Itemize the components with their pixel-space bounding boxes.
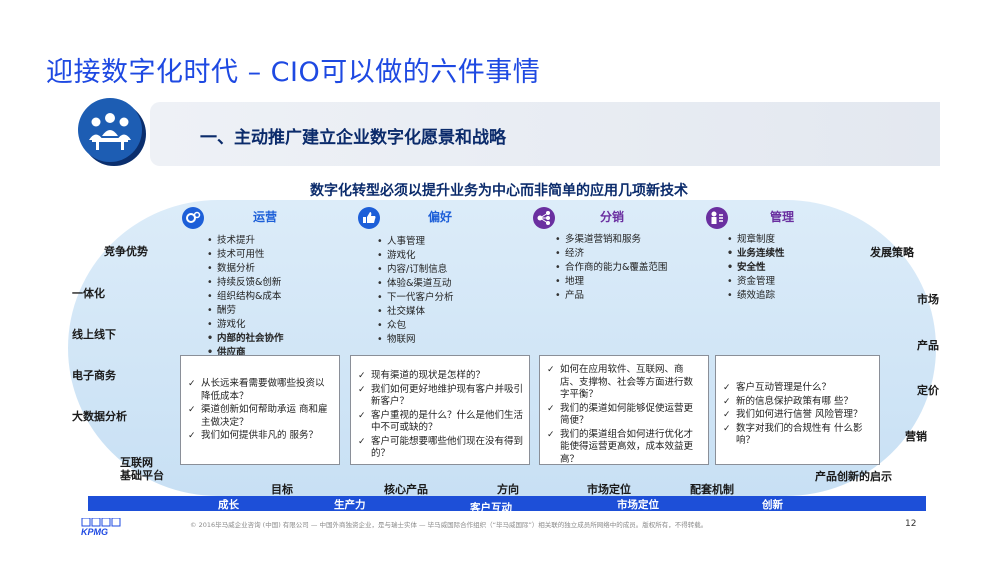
network-icon [533, 207, 555, 229]
question-item: 我们的渠道如何能够促使运营更简便？ [546, 403, 702, 428]
list-item: 资金管理 [727, 275, 785, 289]
left-label: 大数据分析 [72, 410, 127, 423]
bottom-label: 目标 [271, 483, 293, 496]
list-item: 技术可用性 [207, 248, 284, 262]
list-item: 合作商的能力&覆盖范围 [555, 261, 667, 275]
operations-list: 技术提升 技术可用性 数据分析 持续反馈&创新 组织结构&成本 酬劳 游戏化 内… [207, 234, 284, 360]
question-item: 如何在应用软件、互联网、商店、支撑物、社会等方面进行数字平衡？ [546, 364, 702, 402]
list-item: 酬劳 [207, 304, 284, 318]
list-item: 产品 [555, 289, 667, 303]
bar-label: 客户互动 [470, 502, 512, 514]
question-item: 新的信息保护政策有哪 些？ [722, 396, 873, 409]
question-item: 数字对我们的合规性有 什么影响？ [722, 423, 873, 448]
question-item: 渠道创新如何帮助承运 商和雇主做决定？ [187, 404, 333, 429]
list-item: 经济 [555, 247, 667, 261]
question-box-management: 客户互动管理是什么？ 新的信息保护政策有哪 些？ 我们如何进行信誉 风险管理？ … [715, 355, 880, 465]
right-label: 定价 [917, 384, 939, 397]
list-item: 下一代客户分析 [377, 291, 454, 305]
list-item: 规章制度 [727, 233, 785, 247]
right-label: 产品 [917, 339, 939, 352]
question-box-distribution: 如何在应用软件、互联网、商店、支撑物、社会等方面进行数字平衡？ 我们的渠道如何能… [539, 355, 709, 465]
question-box-operations: 从长远来看需要做哪些投资以降低成本？ 渠道创新如何帮助承运 商和雇主做决定？ 我… [180, 355, 340, 465]
category-management: 管理 [770, 210, 795, 224]
question-item: 客户互动管理是什么？ [722, 382, 873, 395]
kpmg-logo: KPMG [80, 517, 124, 537]
copyright-footer: © 2016毕马威企业咨询 (中国) 有限公司 — 中国外商独资企业，是与瑞士实… [190, 521, 708, 529]
thumbs-up-icon [358, 207, 380, 229]
bottom-label: 市场定位 [587, 483, 631, 496]
question-item: 从长远来看需要做哪些投资以降低成本？ [187, 378, 333, 403]
question-item: 我们如何提供非凡的 服务？ [187, 430, 333, 443]
preferences-list: 人事管理 游戏化 内容/订制信息 体验&渠道互动 下一代客户分析 社交媒体 众包… [377, 235, 454, 347]
list-item: 游戏化 [207, 318, 284, 332]
bar-label: 生产力 [334, 499, 366, 511]
category-operations: 运营 [253, 210, 278, 224]
list-item: 社交媒体 [377, 305, 454, 319]
meeting-icon [78, 98, 142, 162]
list-item: 体验&渠道互动 [377, 277, 454, 291]
list-item: 地理 [555, 275, 667, 289]
question-item: 我们如何进行信誉 风险管理？ [722, 409, 873, 422]
bar-label: 创新 [762, 499, 783, 511]
left-label: 电子商务 [72, 369, 116, 382]
bottom-label: 配套机制 [690, 483, 734, 496]
list-item: 内部的社会协作 [207, 332, 284, 346]
list-item: 多渠道营销和服务 [555, 233, 667, 247]
bottom-label: 方向 [497, 483, 519, 496]
management-list: 规章制度 业务连续性 安全性 资金管理 绩效追踪 [727, 233, 785, 303]
question-item: 我们的渠道组合如何进行优化才能使得运营更高效，成本效益更高？ [546, 429, 702, 467]
list-item: 人事管理 [377, 235, 454, 249]
question-item: 客户可能想要哪些他们现在没有得到的？ [357, 436, 523, 461]
right-label: 市场 [917, 293, 939, 306]
list-item: 持续反馈&创新 [207, 276, 284, 290]
right-label: 发展策略 [870, 246, 914, 259]
distribution-list: 多渠道营销和服务 经济 合作商的能力&覆盖范围 地理 产品 [555, 233, 667, 303]
list-item: 数据分析 [207, 262, 284, 276]
list-item: 业务连续性 [727, 247, 785, 261]
question-item: 我们如何更好地维护现有客户并吸引新客户？ [357, 384, 523, 409]
bottom-label: 核心产品 [384, 483, 428, 496]
people-icon [706, 207, 728, 229]
list-item: 绩效追踪 [727, 289, 785, 303]
list-item: 物联网 [377, 333, 454, 347]
list-item: 组织结构&成本 [207, 290, 284, 304]
list-item: 游戏化 [377, 249, 454, 263]
list-item: 技术提升 [207, 234, 284, 248]
question-box-preferences: 现有渠道的现状是怎样的？ 我们如何更好地维护现有客户并吸引新客户？ 客户重视的是… [350, 355, 530, 465]
page-number: 12 [905, 519, 917, 529]
left-label: 一体化 [72, 287, 105, 300]
bar-label: 市场定位 [617, 499, 659, 511]
list-item: 安全性 [727, 261, 785, 275]
list-item: 众包 [377, 319, 454, 333]
category-preferences: 偏好 [428, 210, 453, 224]
left-label: 竞争优势 [104, 245, 148, 258]
right-label: 营销 [905, 430, 927, 443]
diagram-subtitle: 数字化转型必须以提升业务为中心而非简单的应用几项新技术 [310, 183, 688, 199]
category-distribution: 分销 [600, 210, 625, 224]
bar-label: 成长 [218, 499, 239, 511]
banner-heading: 一、主动推广建立企业数字化愿景和战略 [200, 128, 506, 148]
right-label: 产品创新的启示 [815, 470, 892, 483]
question-item: 客户重视的是什么？什么是他们生活中不可或缺的？ [357, 410, 523, 435]
left-label: 线上线下 [72, 328, 116, 341]
list-item: 内容/订制信息 [377, 263, 454, 277]
left-label: 基础平台 [120, 469, 164, 482]
question-item: 现有渠道的现状是怎样的？ [357, 370, 523, 383]
slide-title: 迎接数字化时代 – CIO可以做的六件事情 [46, 57, 541, 88]
gears-icon [182, 207, 204, 229]
svg-text:KPMG: KPMG [81, 527, 108, 536]
